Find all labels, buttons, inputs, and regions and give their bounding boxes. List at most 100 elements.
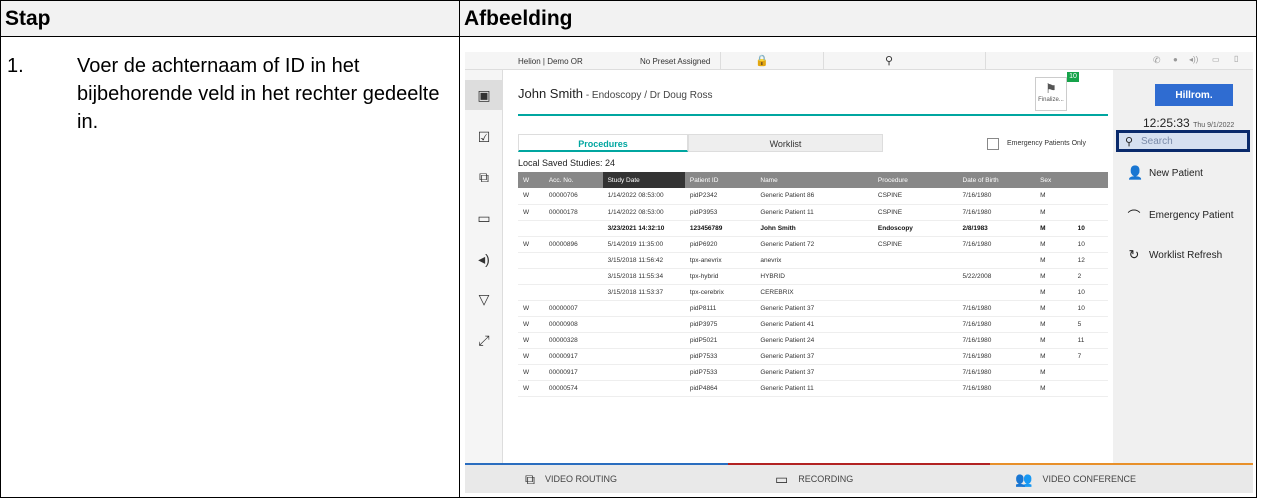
table-row[interactable]: W 00000706 1/14/2022 08:53:00 pidP2342 Gener… [518, 188, 1108, 205]
column-header[interactable]: Acc. No. [543, 172, 603, 188]
table-cell: W [518, 332, 544, 349]
table-cell: M [1035, 316, 1073, 333]
table-cell: M [1035, 204, 1073, 221]
table-cell [872, 380, 958, 397]
column-header[interactable]: W [518, 172, 544, 188]
table-cell [872, 332, 958, 349]
table-cell: tpx-cerebrix [684, 284, 756, 301]
table-cell: 3/15/2018 11:56:42 [602, 252, 685, 269]
table-cell [872, 268, 958, 285]
lights-icon[interactable]: ▽ [465, 284, 503, 314]
emergency-only-checkbox[interactable] [987, 138, 999, 150]
table-row[interactable]: W 00000328 pidP5021 Generic Patient 24 7/16/… [518, 332, 1108, 349]
table-cell: CSPINE [872, 188, 958, 205]
patient-detail: - Endoscopy / Dr Doug Ross [583, 90, 713, 101]
emergency-patient-button[interactable]: ⌒ Emergency Patient [1113, 200, 1253, 230]
tab-worklist[interactable]: Worklist [688, 134, 883, 152]
table-row[interactable]: W 00000917 pidP7533 Generic Patient 37 7/16/… [518, 364, 1108, 381]
worklist-refresh-button[interactable]: ↻ Worklist Refresh [1113, 240, 1253, 270]
lock-icon[interactable]: 🔒 [755, 54, 769, 67]
table-cell: 00000706 [543, 188, 603, 205]
recording-icon: ▭ [775, 470, 789, 487]
table-cell: Generic Patient 72 [755, 236, 873, 253]
speaker-icon[interactable]: ◂)) [1189, 55, 1198, 64]
table-row[interactable]: W 00000896 5/14/2019 11:35:00 pidP6920 Gener… [518, 236, 1108, 253]
finalize-icon: ⚑ [1045, 81, 1057, 96]
table-cell: 7/16/1980 [957, 332, 1036, 349]
video-conference-button[interactable]: 👥 VIDEO CONFERENCE [1015, 465, 1136, 493]
table-cell: 5/22/2008 [957, 268, 1036, 285]
audio-icon[interactable]: ◂) [465, 244, 503, 274]
table-cell [518, 220, 544, 237]
table-row[interactable]: 3/15/2018 11:53:37 tpx-cerebrix CEREBRIX M 1… [518, 284, 1108, 301]
tab-procedures[interactable]: Procedures [518, 134, 688, 152]
table-cell: 2 [1072, 268, 1108, 285]
column-header[interactable]: Patient ID [684, 172, 756, 188]
table-cell: W [518, 188, 544, 205]
brand-logo: Hillrom. [1155, 84, 1233, 106]
tab-bar: Procedures Worklist [518, 134, 883, 152]
search-input[interactable]: ⚲ Search [1116, 130, 1250, 152]
patient-card-icon[interactable]: ▣ [465, 80, 503, 110]
table-cell: Generic Patient 41 [755, 316, 873, 333]
table-row[interactable]: W 00000178 1/14/2022 08:53:00 pidP3953 Gener… [518, 204, 1108, 221]
table-cell: 7/16/1980 [957, 316, 1036, 333]
table-cell: W [518, 236, 544, 253]
phone-icon[interactable]: ✆ [1153, 55, 1161, 66]
table-cell: pidP4864 [684, 380, 756, 397]
table-cell [602, 316, 685, 333]
video-routing-button[interactable]: ⧉ VIDEO ROUTING [525, 465, 617, 493]
table-row[interactable]: W 00000917 pidP7533 Generic Patient 37 7/16/… [518, 348, 1108, 365]
table-cell: M [1035, 380, 1073, 397]
table-row[interactable]: W 00000908 pidP3975 Generic Patient 41 7/16/… [518, 316, 1108, 333]
column-header[interactable]: Date of Birth [957, 172, 1036, 188]
emergency-only-label: Emergency Patients Only [1007, 140, 1086, 147]
table-cell [543, 284, 603, 301]
table-cell: Generic Patient 37 [755, 348, 873, 365]
table-cell: W [518, 204, 544, 221]
step-number: 1. [7, 55, 24, 77]
table-cell: Generic Patient 11 [755, 204, 873, 221]
table-cell: 00000908 [543, 316, 603, 333]
table-cell [872, 300, 958, 317]
table-row[interactable]: 3/15/2018 11:56:42 tpx-anevrix anevrix M 12 [518, 252, 1108, 269]
finalize-button[interactable]: ⚑ Finalize... [1035, 77, 1067, 111]
table-cell: M [1035, 220, 1073, 237]
table-row[interactable]: W 00000007 pidP8111 Generic Patient 37 7/16/… [518, 300, 1108, 317]
step-cell: 1. Voer de achternaam of ID in het bijbe… [0, 36, 460, 498]
column-header[interactable]: Procedure [872, 172, 958, 188]
preset-label: No Preset Assigned [640, 57, 711, 66]
user-transfer-icon[interactable]: ⚲ [885, 54, 893, 67]
table-cell: 00000917 [543, 364, 603, 381]
display-icon[interactable]: ▭ [465, 203, 503, 233]
table-cell: pidP7533 [684, 348, 756, 365]
table-cell: 7/16/1980 [957, 380, 1036, 397]
recording-button[interactable]: ▭ RECORDING [775, 465, 853, 493]
layout-icon[interactable]: ⧉ [465, 162, 503, 192]
vr-icon[interactable]: ▭ [1212, 55, 1220, 64]
table-cell: 3/15/2018 11:53:37 [602, 284, 685, 301]
accent-line [518, 114, 1108, 116]
column-header[interactable]: Study Date [602, 172, 685, 188]
column-header[interactable]: Name [755, 172, 873, 188]
new-patient-button[interactable]: 👤 New Patient [1113, 158, 1253, 188]
table-cell: pidP6920 [684, 236, 756, 253]
table-body: W 00000706 1/14/2022 08:53:00 pidP2342 Gener… [518, 188, 1108, 397]
table-cell: M [1035, 332, 1073, 349]
checklist-icon[interactable]: ☑ [465, 122, 503, 152]
table-cell: M [1035, 348, 1073, 365]
table-cell [1072, 204, 1108, 221]
table-row[interactable]: 3/23/2021 14:32:10 123456789 John Smith End… [518, 220, 1108, 237]
table-cell: W [518, 300, 544, 317]
camera-control-icon[interactable]: ⤢ [465, 325, 503, 355]
finalize-label: Finalize... [1038, 97, 1064, 103]
table-row[interactable]: W 00000574 pidP4864 Generic Patient 11 7/16/… [518, 380, 1108, 397]
table-cell [872, 316, 958, 333]
battery-icon: ▯ [1234, 54, 1239, 63]
column-header[interactable] [1072, 172, 1108, 188]
table-cell: 7/16/1980 [957, 364, 1036, 381]
table-row[interactable]: 3/15/2018 11:55:34 tpx-hybrid HYBRID 5/22/2… [518, 268, 1108, 285]
table-cell [602, 300, 685, 317]
column-header[interactable]: Sex [1035, 172, 1073, 188]
left-sidebar: ▣ ☑ ⧉ ▭ ◂) ▽ ⤢ [465, 70, 503, 463]
